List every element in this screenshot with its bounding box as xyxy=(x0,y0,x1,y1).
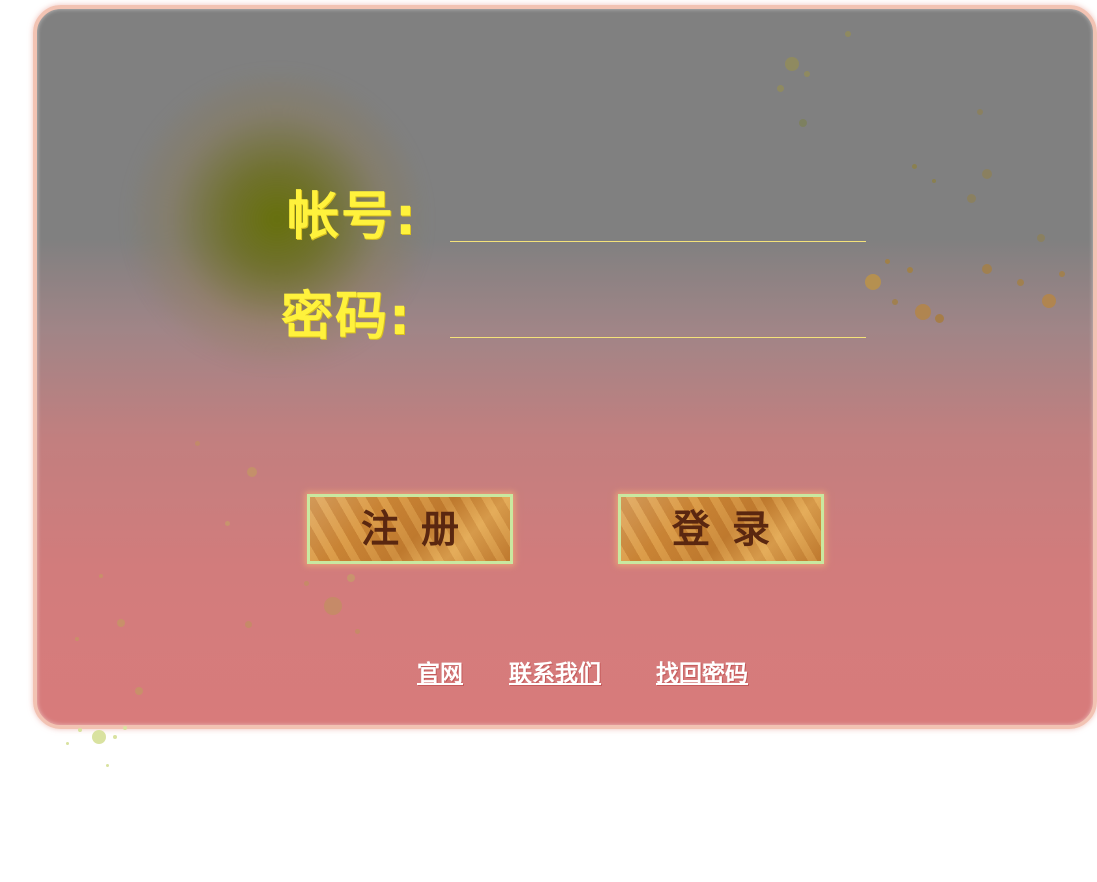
register-button[interactable]: 注册 xyxy=(307,494,513,564)
recover-password-link[interactable]: 找回密码 xyxy=(656,654,748,688)
password-input[interactable] xyxy=(450,309,866,338)
account-label: 帐号: xyxy=(287,187,418,247)
account-input[interactable] xyxy=(450,213,866,242)
contact-us-link[interactable]: 联系我们 xyxy=(509,654,601,688)
login-button[interactable]: 登录 xyxy=(618,494,824,564)
password-label: 密码: xyxy=(281,287,412,347)
login-panel: 帐号: 密码: 注册 登录 官网 联系我们 找回密码 xyxy=(33,5,1097,729)
official-site-link[interactable]: 官网 xyxy=(417,654,463,688)
